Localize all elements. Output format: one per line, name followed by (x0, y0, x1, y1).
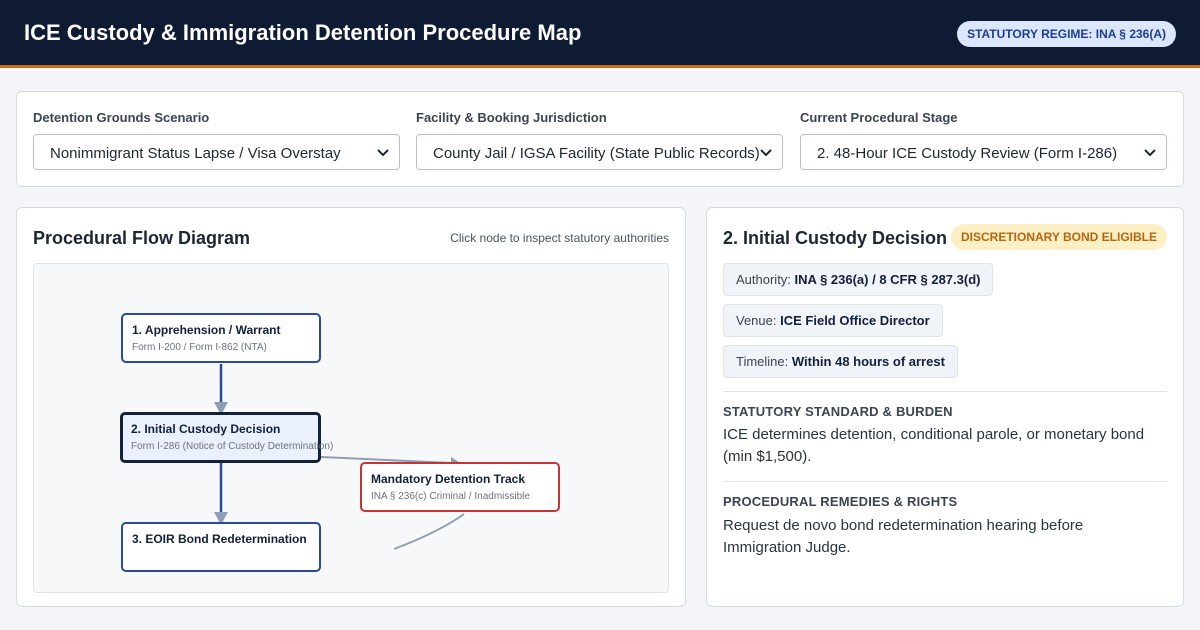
chevron-down-icon (760, 149, 772, 157)
top-header: ICE Custody & Immigration Detention Proc… (0, 0, 1200, 68)
venue-value: ICE Field Office Director (780, 313, 930, 328)
facility-select[interactable]: County Jail / IGSA Facility (State Publi… (416, 134, 783, 170)
flow-panel-title: Procedural Flow Diagram (33, 228, 251, 248)
procedural-flow-panel: Procedural Flow Diagram Click node to in… (16, 207, 686, 607)
flow-node-apprehension[interactable]: 1. Apprehension / Warrant Form I-200 / F… (121, 313, 321, 363)
facility-select-value: County Jail / IGSA Facility (State Publi… (433, 145, 760, 162)
flow-node-mandatory-detention[interactable]: Mandatory Detention Track INA § 236(c) C… (360, 462, 560, 512)
flow-diagram-canvas: 1. Apprehension / Warrant Form I-200 / F… (33, 263, 669, 593)
timeline-label: Timeline: (736, 354, 789, 369)
remedies-heading: PROCEDURAL REMEDIES & RIGHTS (723, 494, 958, 509)
standard-heading: STATUTORY STANDARD & BURDEN (723, 404, 953, 419)
venue-chip: Venue: ICE Field Office Director (723, 304, 943, 337)
facility-label: Facility & Booking Jurisdiction (416, 110, 607, 125)
timeline-chip: Timeline: Within 48 hours of arrest (723, 345, 958, 378)
authority-chip: Authority: INA § 236(a) / 8 CFR § 287.3(… (723, 263, 994, 296)
bond-eligibility-badge: DISCRETIONARY BOND ELIGIBLE (951, 224, 1168, 250)
flow-panel-hint: Click node to inspect statutory authorit… (450, 231, 669, 245)
stage-filter: Current Procedural Stage 2. 48-Hour ICE … (800, 110, 1167, 170)
node-subtitle: Form I-200 / Form I-862 (NTA) (132, 342, 267, 353)
chevron-down-icon (1144, 149, 1156, 157)
timeline-value: Within 48 hours of arrest (791, 354, 945, 369)
divider (723, 481, 1167, 482)
stage-select-value: 2. 48-Hour ICE Custody Review (Form I-28… (817, 145, 1118, 162)
scenario-select[interactable]: Nonimmigrant Status Lapse / Visa Oversta… (33, 134, 400, 170)
scenario-select-value: Nonimmigrant Status Lapse / Visa Oversta… (50, 145, 341, 162)
node-title: Mandatory Detention Track (371, 472, 526, 486)
filter-bar: Detention Grounds Scenario Nonimmigrant … (16, 91, 1184, 187)
detail-title: 2. Initial Custody Decision (723, 228, 948, 248)
standard-text: ICE determines detention, conditional pa… (723, 426, 1145, 465)
node-subtitle: INA § 236(c) Criminal / Inadmissible (371, 491, 530, 502)
scenario-filter: Detention Grounds Scenario Nonimmigrant … (33, 110, 400, 170)
authority-label: Authority: (736, 272, 791, 287)
stage-label: Current Procedural Stage (800, 110, 958, 125)
authority-value: INA § 236(a) / 8 CFR § 287.3(d) (794, 272, 981, 287)
node-title: 1. Apprehension / Warrant (132, 323, 281, 337)
stage-select[interactable]: 2. 48-Hour ICE Custody Review (Form I-28… (800, 134, 1167, 170)
node-subtitle: Form I-286 (Notice of Custody Determinat… (131, 441, 334, 452)
connector-mandatory-to-3 (393, 513, 465, 550)
chevron-down-icon (377, 149, 389, 157)
statutory-regime-badge: STATUTORY REGIME: INA § 236(A) (957, 21, 1176, 47)
node-title: 2. Initial Custody Decision (131, 422, 281, 436)
scenario-label: Detention Grounds Scenario (33, 110, 210, 125)
node-title: 3. EOIR Bond Redetermination (132, 532, 307, 546)
facility-filter: Facility & Booking Jurisdiction County J… (416, 110, 783, 170)
venue-label: Venue: (736, 313, 777, 328)
node-detail-panel: 2. Initial Custody Decision DISCRETIONAR… (706, 207, 1184, 607)
flow-node-initial-custody[interactable]: 2. Initial Custody Decision Form I-286 (… (120, 412, 333, 463)
remedies-text: Request de novo bond redetermination hea… (723, 517, 1084, 556)
app-title: ICE Custody & Immigration Detention Proc… (24, 20, 582, 45)
divider (723, 391, 1167, 392)
flow-node-eoir-bond[interactable]: 3. EOIR Bond Redetermination (121, 522, 321, 572)
